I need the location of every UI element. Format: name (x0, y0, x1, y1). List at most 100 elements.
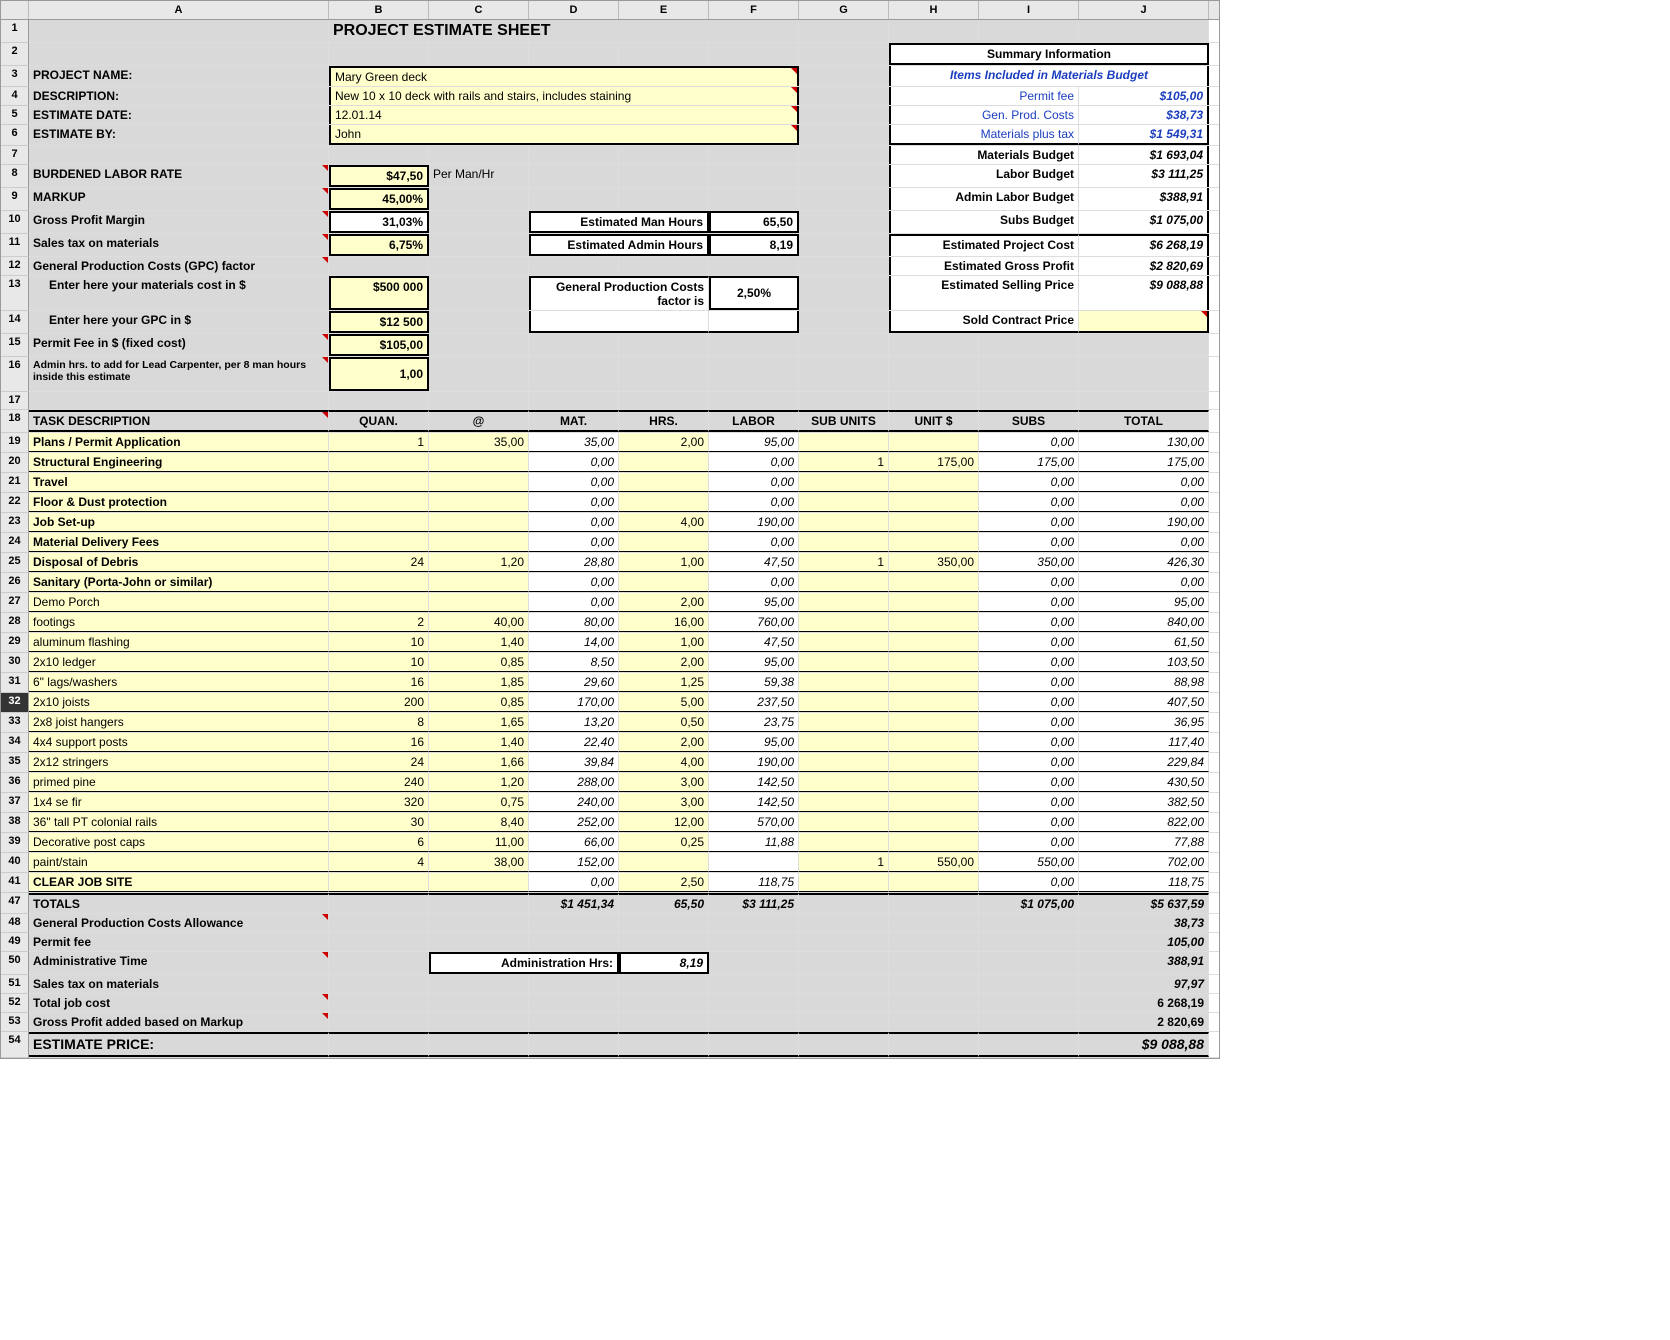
task-unit[interactable] (889, 573, 979, 592)
task-unit[interactable] (889, 513, 979, 532)
rownum[interactable]: 40 (1, 853, 29, 873)
task-quan[interactable]: 240 (329, 773, 429, 792)
task-quan[interactable]: 16 (329, 673, 429, 692)
task-unit[interactable] (889, 773, 979, 792)
task-unit[interactable] (889, 813, 979, 832)
task-quan[interactable]: 24 (329, 753, 429, 772)
col-A[interactable]: A (29, 1, 329, 19)
task-desc[interactable]: paint/stain (29, 853, 329, 872)
task-quan[interactable] (329, 493, 429, 512)
task-at[interactable]: 40,00 (429, 613, 529, 632)
task-hrs[interactable]: 16,00 (619, 613, 709, 632)
task-desc[interactable]: 2x10 joists (29, 693, 329, 712)
rownum[interactable]: 19 (1, 433, 29, 453)
task-quan[interactable]: 10 (329, 653, 429, 672)
task-hrs[interactable] (619, 473, 709, 492)
rownum[interactable]: 26 (1, 573, 29, 593)
task-unit[interactable] (889, 833, 979, 852)
task-at[interactable]: 1,85 (429, 673, 529, 692)
task-unit[interactable] (889, 673, 979, 692)
col-G[interactable]: G (799, 1, 889, 19)
labor-rate-input[interactable]: $47,50 (329, 165, 429, 187)
task-quan[interactable]: 200 (329, 693, 429, 712)
task-desc[interactable]: Decorative post caps (29, 833, 329, 852)
task-unit[interactable] (889, 473, 979, 492)
task-su[interactable] (799, 633, 889, 652)
task-quan[interactable]: 6 (329, 833, 429, 852)
task-desc[interactable]: aluminum flashing (29, 633, 329, 652)
col-J[interactable]: J (1079, 1, 1209, 19)
task-hrs[interactable]: 1,00 (619, 633, 709, 652)
rownum[interactable]: 33 (1, 713, 29, 733)
rownum[interactable]: 25 (1, 553, 29, 573)
rownum[interactable]: 39 (1, 833, 29, 853)
task-hrs[interactable]: 4,00 (619, 513, 709, 532)
task-quan[interactable] (329, 513, 429, 532)
task-su[interactable] (799, 493, 889, 512)
col-D[interactable]: D (529, 1, 619, 19)
task-su[interactable] (799, 533, 889, 552)
task-quan[interactable]: 30 (329, 813, 429, 832)
task-unit[interactable]: 350,00 (889, 553, 979, 572)
task-desc[interactable]: Sanitary (Porta-John or similar) (29, 573, 329, 592)
task-at[interactable] (429, 873, 529, 892)
rownum[interactable]: 34 (1, 733, 29, 753)
task-hrs[interactable] (619, 453, 709, 472)
col-F[interactable]: F (709, 1, 799, 19)
task-desc[interactable]: primed pine (29, 773, 329, 792)
permit-input[interactable]: $105,00 (329, 334, 429, 356)
task-quan[interactable]: 8 (329, 713, 429, 732)
task-su[interactable]: 1 (799, 853, 889, 872)
rownum[interactable]: 29 (1, 633, 29, 653)
task-hrs[interactable] (619, 573, 709, 592)
task-quan[interactable] (329, 573, 429, 592)
task-hrs[interactable]: 3,00 (619, 793, 709, 812)
task-hrs[interactable]: 1,25 (619, 673, 709, 692)
task-desc[interactable]: 2x8 joist hangers (29, 713, 329, 732)
task-hrs[interactable] (619, 853, 709, 872)
task-su[interactable] (799, 793, 889, 812)
task-desc[interactable]: Material Delivery Fees (29, 533, 329, 552)
task-quan[interactable]: 2 (329, 613, 429, 632)
rownum[interactable]: 38 (1, 813, 29, 833)
task-desc[interactable]: Plans / Permit Application (29, 433, 329, 452)
task-su[interactable] (799, 673, 889, 692)
task-desc[interactable]: 4x4 support posts (29, 733, 329, 752)
rownum[interactable]: 22 (1, 493, 29, 513)
task-unit[interactable] (889, 713, 979, 732)
task-desc[interactable]: footings (29, 613, 329, 632)
task-su[interactable] (799, 873, 889, 892)
task-hrs[interactable]: 1,00 (619, 553, 709, 572)
task-su[interactable] (799, 753, 889, 772)
task-unit[interactable] (889, 693, 979, 712)
task-at[interactable] (429, 493, 529, 512)
rownum[interactable]: 23 (1, 513, 29, 533)
task-desc[interactable]: 6" lags/washers (29, 673, 329, 692)
rownum[interactable]: 21 (1, 473, 29, 493)
task-hrs[interactable]: 4,00 (619, 753, 709, 772)
task-desc[interactable]: 2x12 stringers (29, 753, 329, 772)
task-su[interactable] (799, 613, 889, 632)
task-su[interactable] (799, 513, 889, 532)
task-su[interactable] (799, 593, 889, 612)
task-unit[interactable] (889, 793, 979, 812)
task-unit[interactable] (889, 533, 979, 552)
rownum[interactable]: 28 (1, 613, 29, 633)
rownum[interactable]: 32 (1, 693, 29, 713)
task-su[interactable] (799, 573, 889, 592)
task-su[interactable]: 1 (799, 553, 889, 572)
task-at[interactable] (429, 513, 529, 532)
task-quan[interactable] (329, 473, 429, 492)
task-unit[interactable] (889, 633, 979, 652)
task-at[interactable]: 0,75 (429, 793, 529, 812)
task-unit[interactable] (889, 653, 979, 672)
task-desc[interactable]: Demo Porch (29, 593, 329, 612)
by-input[interactable]: John (329, 125, 799, 145)
task-unit[interactable] (889, 753, 979, 772)
task-hrs[interactable] (619, 533, 709, 552)
task-at[interactable]: 1,65 (429, 713, 529, 732)
task-quan[interactable]: 320 (329, 793, 429, 812)
project-name-input[interactable]: Mary Green deck (329, 66, 799, 86)
task-desc[interactable]: 1x4 se fir (29, 793, 329, 812)
task-hrs[interactable]: 2,00 (619, 733, 709, 752)
